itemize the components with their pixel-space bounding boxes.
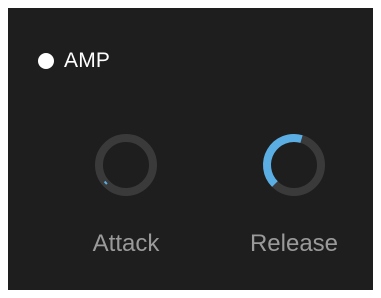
amp-panel: AMP Attack Release bbox=[8, 8, 373, 290]
attack-label: Attack bbox=[92, 230, 160, 257]
amp-enabled-dot[interactable] bbox=[38, 53, 54, 69]
release-knob-graphic bbox=[263, 134, 325, 196]
attack-control: Attack bbox=[76, 130, 176, 258]
release-control: Release bbox=[244, 130, 344, 258]
attack-knob[interactable] bbox=[91, 130, 161, 200]
amp-section-header[interactable]: AMP bbox=[38, 46, 110, 76]
release-knob-value-arc bbox=[263, 134, 303, 187]
attack-knob-graphic bbox=[95, 134, 157, 196]
release-knob[interactable] bbox=[259, 130, 329, 200]
release-label: Release bbox=[249, 230, 339, 257]
amp-section-title: AMP bbox=[64, 49, 111, 72]
